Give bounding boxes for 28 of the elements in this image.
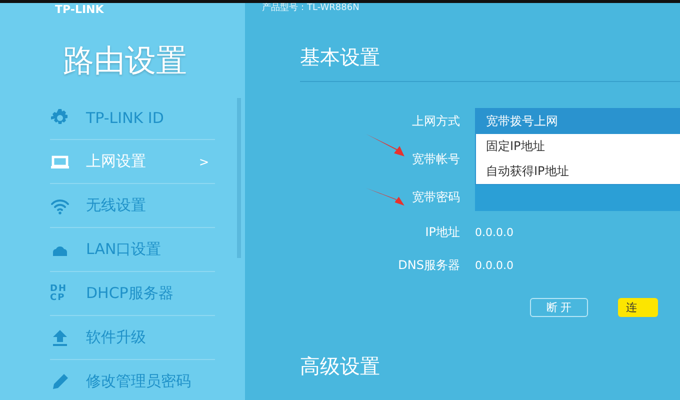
sidebar-item[interactable]: TP-LINK ID — [50, 96, 215, 140]
upload-icon — [50, 328, 70, 348]
dropdown-list[interactable]: 宽带拨号上网 固定IP地址 自动获得IP地址 — [475, 108, 680, 185]
sidebar-item[interactable]: 修改管理员密码 — [50, 360, 215, 400]
sidebar-item[interactable]: LAN口设置 — [50, 228, 215, 272]
dropdown-option[interactable]: 自动获得IP地址 — [476, 159, 680, 184]
logo: TP-LINK — [54, 3, 105, 16]
pencil-icon — [50, 372, 70, 392]
field-value: 0.0.0.0 — [475, 226, 514, 239]
input-field[interactable] — [475, 183, 680, 211]
field-label: 宽带密码 — [412, 188, 460, 206]
sidebar-item[interactable]: 软件升级 — [50, 316, 215, 360]
connect-button[interactable]: 连 — [618, 298, 658, 317]
sidebar-item[interactable]: 无线设置 — [50, 184, 215, 228]
field-label: IP地址 — [425, 224, 460, 241]
dhcp-icon: DH CP — [50, 284, 70, 302]
section-title: 高级设置 — [300, 353, 381, 380]
field-label: 上网方式 — [412, 112, 460, 130]
sidebar-item[interactable]: 上网设置 > — [50, 140, 215, 184]
field-value: 0.0.0.0 — [475, 259, 514, 272]
dropdown-option[interactable]: 宽带拨号上网 — [476, 109, 680, 134]
sidebar-title: 路由设置 — [62, 42, 188, 81]
dropdown-option[interactable]: 固定IP地址 — [476, 134, 680, 159]
field-label: DNS服务器 — [398, 257, 460, 274]
section-title: 基本设置 — [300, 44, 680, 82]
sidebar-item[interactable]: DH CP DHCP服务器 — [50, 272, 215, 316]
disconnect-button[interactable]: 断 开 — [530, 298, 588, 317]
field-label: 宽带帐号 — [412, 150, 460, 168]
